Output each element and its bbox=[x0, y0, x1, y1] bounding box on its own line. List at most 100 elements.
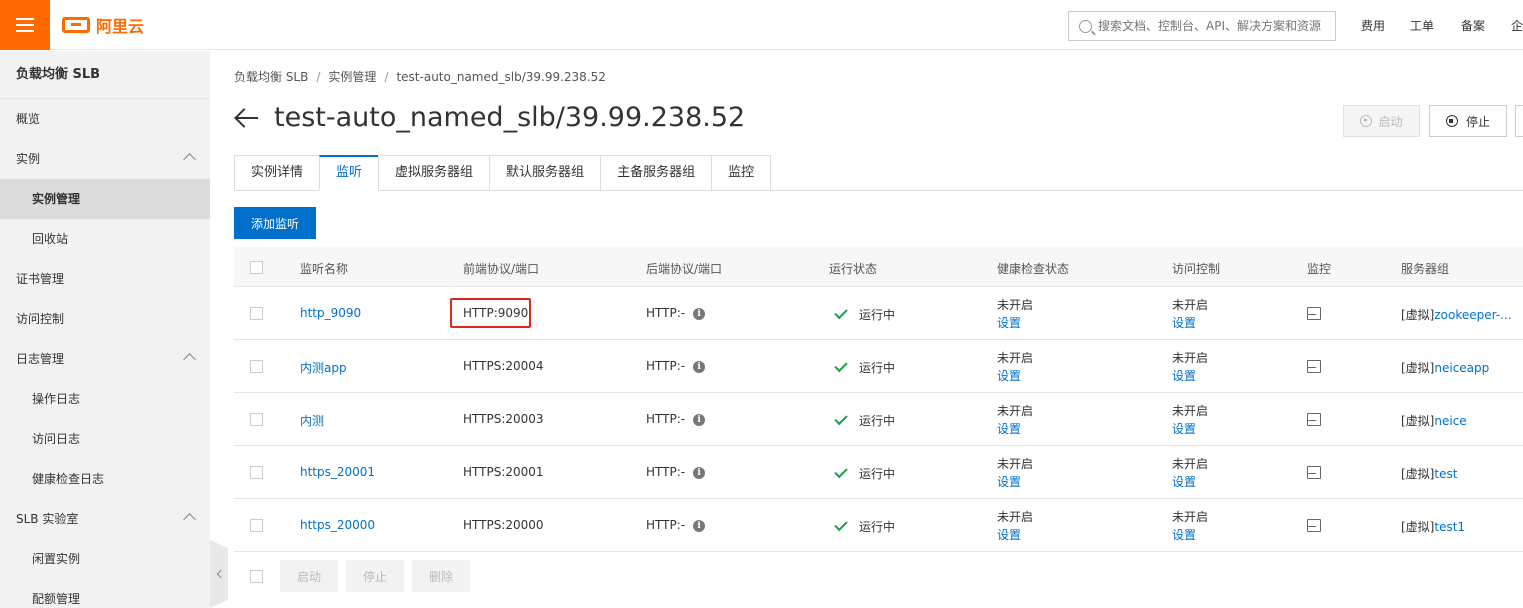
acl-settings-link[interactable]: 设置 bbox=[1172, 369, 1196, 383]
server-group-link[interactable]: test bbox=[1434, 467, 1457, 481]
footer-select-all-checkbox[interactable] bbox=[250, 570, 263, 583]
acl-settings-link[interactable]: 设置 bbox=[1172, 475, 1196, 489]
info-icon[interactable]: i bbox=[693, 307, 706, 320]
sidebar-item-label: 健康检查日志 bbox=[32, 472, 105, 486]
frontend-port: HTTPS:20003 bbox=[463, 412, 544, 426]
tab-listeners[interactable]: 监听 bbox=[319, 155, 379, 191]
sidebar-item-instance-management[interactable]: 实例管理 bbox=[0, 179, 210, 219]
nav-ticket[interactable]: 工单 bbox=[1410, 17, 1434, 34]
monitor-icon[interactable] bbox=[1307, 466, 1321, 479]
backend-port-text: HTTP:- bbox=[646, 359, 686, 373]
nav-billing[interactable]: 费用 bbox=[1361, 17, 1385, 34]
select-all-checkbox[interactable] bbox=[250, 261, 263, 274]
back-arrow-icon[interactable] bbox=[234, 107, 260, 129]
acl-status-text: 未开启 bbox=[1172, 351, 1209, 365]
server-group: [虚拟]neice bbox=[1401, 412, 1467, 429]
table-row: https_20000 HTTPS:20000 HTTP:- i 运行中 未开启设… bbox=[234, 499, 1523, 552]
tab-default-server-group[interactable]: 默认服务器组 bbox=[489, 155, 601, 191]
monitor-icon[interactable] bbox=[1307, 413, 1321, 426]
sidebar-item-recycle-bin[interactable]: 回收站 bbox=[0, 219, 210, 259]
acl-status-text: 未开启 bbox=[1172, 298, 1209, 312]
sidebar-item-label: 闲置实例 bbox=[32, 552, 81, 566]
acl-status-text: 未开启 bbox=[1172, 404, 1209, 418]
info-icon[interactable]: i bbox=[693, 413, 706, 426]
listener-name-link[interactable]: 内测app bbox=[300, 359, 347, 376]
col-header-monitor: 监控 bbox=[1307, 262, 1332, 276]
sidebar-item-label: 操作日志 bbox=[32, 392, 81, 406]
row-checkbox[interactable] bbox=[250, 413, 263, 426]
server-group: [虚拟]neiceapp bbox=[1401, 359, 1489, 376]
monitor-icon[interactable] bbox=[1307, 360, 1321, 373]
acl-settings-link[interactable]: 设置 bbox=[1172, 422, 1196, 436]
tab-master-slave-groups[interactable]: 主备服务器组 bbox=[600, 155, 712, 191]
sidebar-item-quota[interactable]: 配额管理 bbox=[0, 579, 210, 608]
bulk-start-button[interactable]: 启动 bbox=[280, 560, 338, 592]
more-button[interactable] bbox=[1515, 105, 1523, 137]
health-settings-link[interactable]: 设置 bbox=[997, 316, 1021, 330]
nav-enterprise[interactable]: 企 bbox=[1511, 17, 1523, 34]
sidebar-item-access-control[interactable]: 访问控制 bbox=[0, 299, 210, 339]
info-icon[interactable]: i bbox=[693, 519, 706, 532]
breadcrumb-item[interactable]: 负载均衡 SLB bbox=[234, 70, 308, 84]
sidebar-item-logs[interactable]: 日志管理 bbox=[0, 339, 210, 379]
server-group-link[interactable]: zookeeper-... bbox=[1434, 308, 1511, 322]
health-settings-link[interactable]: 设置 bbox=[997, 475, 1021, 489]
run-status-text: 运行中 bbox=[859, 520, 896, 534]
stop-button[interactable]: 停止 bbox=[1429, 105, 1507, 137]
health-settings-link[interactable]: 设置 bbox=[997, 422, 1021, 436]
acl-settings-link[interactable]: 设置 bbox=[1172, 528, 1196, 542]
monitor-icon[interactable] bbox=[1307, 519, 1321, 532]
start-button[interactable]: 启动 bbox=[1343, 105, 1420, 137]
health-settings-link[interactable]: 设置 bbox=[997, 528, 1021, 542]
sidebar-collapse-toggle[interactable] bbox=[210, 540, 228, 608]
row-checkbox[interactable] bbox=[250, 360, 263, 373]
col-header-health: 健康检查状态 bbox=[997, 262, 1070, 276]
sidebar-item-health-check-logs[interactable]: 健康检查日志 bbox=[0, 459, 210, 499]
tab-instance-details[interactable]: 实例详情 bbox=[234, 155, 320, 191]
health-settings-link[interactable]: 设置 bbox=[997, 369, 1021, 383]
sidebar-item-idle-instances[interactable]: 闲置实例 bbox=[0, 539, 210, 579]
add-listener-button[interactable]: 添加监听 bbox=[234, 207, 316, 239]
listener-name-link[interactable]: https_20000 bbox=[300, 518, 375, 532]
tab-vserver-groups[interactable]: 虚拟服务器组 bbox=[378, 155, 490, 191]
row-checkbox[interactable] bbox=[250, 307, 263, 320]
sidebar-item-label: SLB 实验室 bbox=[16, 512, 79, 526]
listener-name-link[interactable]: https_20001 bbox=[300, 465, 375, 479]
chevron-left-icon bbox=[216, 569, 225, 579]
server-group-link[interactable]: neiceapp bbox=[1434, 361, 1489, 375]
tab-monitoring[interactable]: 监控 bbox=[711, 155, 772, 191]
page-title: test-auto_named_slb/39.99.238.52 bbox=[274, 102, 746, 133]
sidebar-item-access-logs[interactable]: 访问日志 bbox=[0, 419, 210, 459]
server-group-link[interactable]: neice bbox=[1434, 414, 1466, 428]
row-checkbox[interactable] bbox=[250, 466, 263, 479]
menu-button[interactable] bbox=[0, 0, 50, 50]
breadcrumb: 负载均衡 SLB / 实例管理 / test-auto_named_slb/39.99.… bbox=[234, 70, 606, 84]
sidebar-item-instances[interactable]: 实例 bbox=[0, 139, 210, 179]
info-icon[interactable]: i bbox=[693, 360, 706, 373]
search-box[interactable] bbox=[1068, 11, 1336, 41]
server-group: [虚拟]test bbox=[1401, 465, 1457, 482]
health-status: 未开启 设置 bbox=[997, 349, 1033, 385]
breadcrumb-item[interactable]: 实例管理 bbox=[328, 70, 376, 84]
run-status: 运行中 bbox=[834, 411, 895, 429]
sidebar-item-overview[interactable]: 概览 bbox=[0, 99, 210, 139]
sidebar-item-certificates[interactable]: 证书管理 bbox=[0, 259, 210, 299]
info-icon[interactable]: i bbox=[693, 466, 706, 479]
sidebar-item-operation-logs[interactable]: 操作日志 bbox=[0, 379, 210, 419]
listener-name-link[interactable]: http_9090 bbox=[300, 306, 361, 320]
bulk-delete-button[interactable]: 删除 bbox=[412, 560, 470, 592]
row-checkbox[interactable] bbox=[250, 519, 263, 532]
check-icon bbox=[834, 358, 848, 373]
sidebar-item-label: 实例管理 bbox=[32, 192, 81, 206]
search-input[interactable] bbox=[1098, 19, 1328, 33]
logo[interactable]: 阿里云 bbox=[62, 14, 144, 36]
monitor-icon[interactable] bbox=[1307, 307, 1321, 320]
bulk-stop-button[interactable]: 停止 bbox=[346, 560, 404, 592]
sidebar-item-slb-lab[interactable]: SLB 实验室 bbox=[0, 499, 210, 539]
health-status: 未开启 设置 bbox=[997, 296, 1033, 332]
listener-name-link[interactable]: 内测 bbox=[300, 412, 324, 429]
acl-settings-link[interactable]: 设置 bbox=[1172, 316, 1196, 330]
backend-port-text: HTTP:- bbox=[646, 518, 686, 532]
server-group-link[interactable]: test1 bbox=[1434, 520, 1465, 534]
nav-icp[interactable]: 备案 bbox=[1461, 17, 1485, 34]
